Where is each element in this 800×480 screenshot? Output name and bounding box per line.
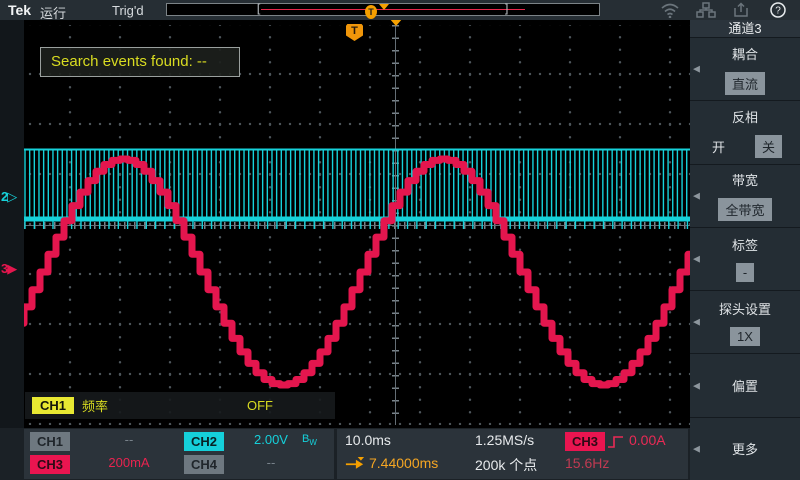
menu-section-coupling[interactable]: ◀ 耦合 直流: [690, 38, 800, 100]
waveform-graticule[interactable]: [24, 25, 690, 425]
probe-setup-value[interactable]: 1X: [730, 327, 760, 346]
ch3-sine-waveform: [24, 159, 690, 385]
network-icon: [696, 2, 716, 18]
collapse-arrow-icon[interactable]: ◀: [693, 190, 700, 201]
menu-section-probe[interactable]: ◀ 探头设置 1X: [690, 291, 800, 353]
more-label: 更多: [732, 439, 758, 458]
measurement-source-badge: CH1: [32, 397, 74, 414]
ch2-badge[interactable]: CH2: [184, 432, 224, 451]
measurement-value: OFF: [247, 398, 273, 413]
channel3-side-menu: 通道3 ◀ 耦合 直流 反相 开 关 ◀ 带宽 全带宽 ◀ 标签 - ◀ 探头设…: [690, 20, 800, 480]
invert-label: 反相: [732, 107, 758, 126]
record-view-timeline[interactable]: [ ] T: [166, 3, 600, 16]
trigger-status: Trig'd: [112, 3, 144, 18]
export-icon: [732, 2, 752, 18]
collapse-arrow-icon[interactable]: ◀: [693, 64, 700, 75]
menu-section-bandwidth[interactable]: ◀ 带宽 全带宽: [690, 165, 800, 227]
bottom-status-bar: CH1 -- CH2 2.00V BW CH3 200mA CH4 -- 10.…: [0, 428, 690, 480]
record-span-line: [261, 9, 525, 10]
probe-setup-label: 探头设置: [719, 299, 771, 318]
svg-text:?: ?: [775, 6, 781, 17]
rising-edge-icon: [607, 434, 625, 450]
oscilloscope-screen: Tek 运行 Trig'd [ ] T ? 2▷ 3▶: [0, 0, 800, 480]
help-icon[interactable]: ?: [768, 2, 788, 18]
ch4-badge[interactable]: CH4: [184, 455, 224, 474]
invert-on-option[interactable]: 开: [708, 135, 729, 158]
channel-readout-panel: CH1 -- CH2 2.00V BW CH3 200mA CH4 --: [24, 429, 334, 479]
ch2-scale: 2.00V: [238, 432, 304, 447]
ch3-badge[interactable]: CH3: [30, 455, 70, 474]
measurement-bar[interactable]: CH1 频率 OFF: [25, 392, 335, 419]
ch4-scale: --: [238, 455, 304, 470]
delay-arrow-icon: [345, 457, 365, 471]
coupling-label: 耦合: [732, 44, 758, 63]
ch1-badge[interactable]: CH1: [30, 432, 70, 451]
expansion-point-icon: [379, 4, 389, 10]
system-icons: ?: [660, 1, 788, 19]
record-length-readout: 200k 个点: [475, 455, 537, 475]
ch3-position-marker[interactable]: 3▶: [1, 261, 24, 277]
timebase-readout: 10.0ms: [345, 432, 391, 448]
collapse-arrow-icon[interactable]: ◀: [693, 317, 700, 328]
top-status-bar: Tek 运行 Trig'd [ ] T ?: [0, 0, 800, 20]
collapse-arrow-icon[interactable]: ◀: [693, 380, 700, 391]
window-bracket-left: [: [255, 3, 262, 16]
ch3-scale: 200mA: [94, 455, 164, 470]
ch2-pwm-undershoot-ticks: [25, 221, 687, 229]
trigger-frequency-readout: 15.6Hz: [565, 455, 609, 471]
window-bracket-right: ]: [503, 3, 510, 16]
trigger-source-badge[interactable]: CH3: [565, 432, 605, 451]
menu-section-invert[interactable]: 反相 开 关: [690, 101, 800, 163]
tag-label: 标签: [732, 235, 758, 254]
bandwidth-label: 带宽: [732, 170, 758, 189]
acquisition-status: 运行: [40, 3, 66, 22]
search-events-banner: Search events found: --: [40, 47, 240, 77]
wifi-icon: [660, 2, 680, 18]
offset-label: 偏置: [732, 376, 758, 395]
side-menu-title: 通道3: [690, 20, 800, 37]
menu-section-offset[interactable]: ◀ 偏置: [690, 354, 800, 416]
waveform-canvas: [24, 25, 690, 425]
tek-logo: Tek: [8, 2, 31, 18]
delay-time-readout: 7.44000ms: [369, 455, 438, 471]
menu-section-tag[interactable]: ◀ 标签 -: [690, 228, 800, 290]
ch2-bandwidth-limit-icon: BW: [302, 433, 317, 447]
menu-section-more[interactable]: ◀ 更多: [690, 418, 800, 480]
bandwidth-value[interactable]: 全带宽: [718, 198, 771, 221]
ch2-position-marker[interactable]: 2▷: [1, 189, 24, 205]
trigger-position-marker-icon[interactable]: T: [365, 5, 377, 19]
sample-rate-readout: 1.25MS/s: [475, 432, 534, 448]
tag-value[interactable]: -: [736, 263, 754, 282]
left-margin-strip: [0, 20, 24, 480]
ch2-pwm-bottom-rail: [24, 217, 690, 222]
trigger-level-readout: 0.00A: [629, 432, 666, 448]
collapse-arrow-icon[interactable]: ◀: [693, 443, 700, 454]
measurement-name: 频率: [82, 396, 108, 415]
invert-off-option[interactable]: 关: [755, 135, 782, 158]
ch1-scale: --: [94, 432, 164, 447]
horizontal-trigger-panel: 10.0ms 1.25MS/s CH3 0.00A 7.44000ms 200k…: [337, 429, 688, 479]
collapse-arrow-icon[interactable]: ◀: [693, 253, 700, 264]
coupling-value[interactable]: 直流: [725, 72, 765, 95]
